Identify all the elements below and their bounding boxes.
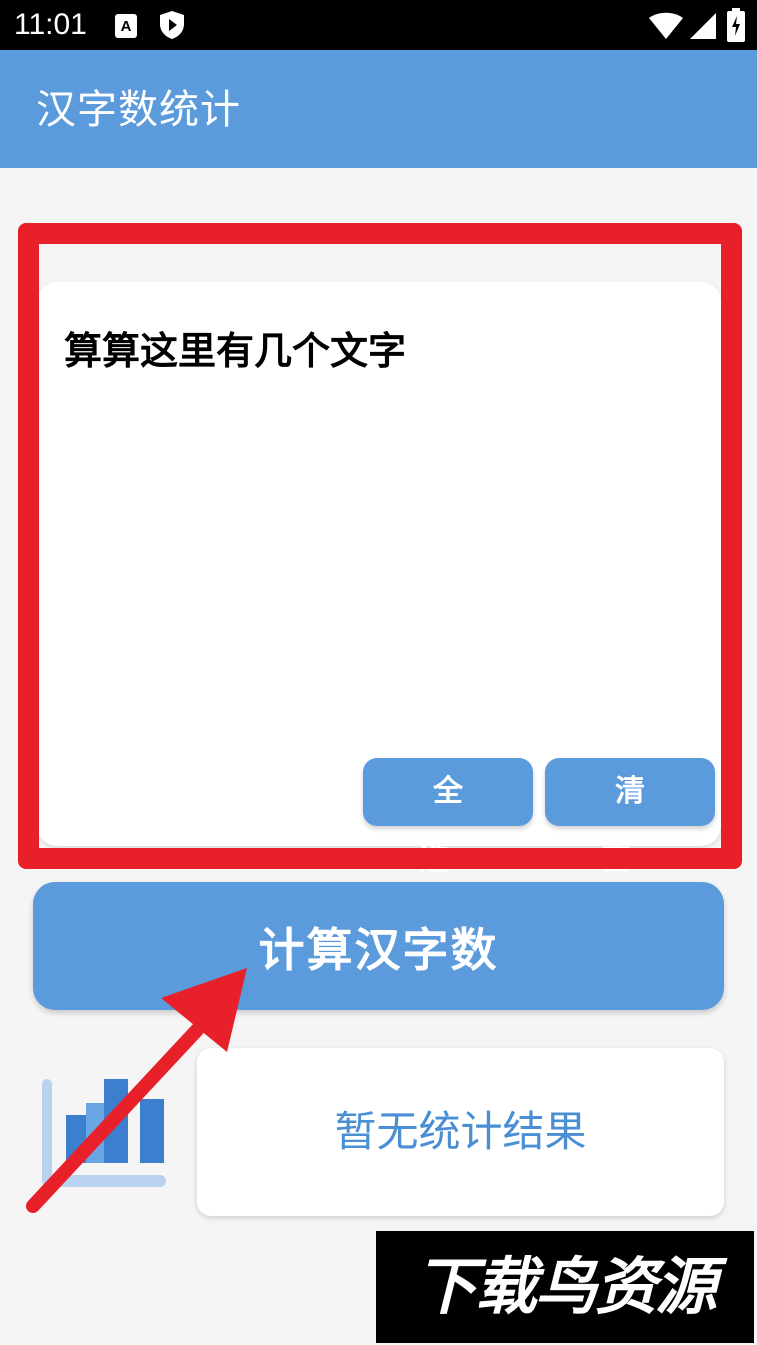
status-bar: 11:01 A (0, 0, 757, 50)
watermark: 下载鸟资源 (376, 1231, 754, 1343)
app-title: 汉字数统计 (36, 87, 241, 133)
wifi-icon (649, 12, 683, 39)
signal-icon (690, 13, 716, 39)
watermark-text: 下载鸟资源 (414, 1250, 717, 1323)
shield-icon (160, 11, 184, 39)
app-bar: 汉字数统计 (0, 50, 757, 168)
status-time: 11:01 (14, 8, 87, 41)
highlight-frame (18, 223, 742, 869)
result-text: 暂无统计结果 (334, 1107, 587, 1156)
font-a-icon: A (115, 14, 137, 38)
svg-text:A: A (121, 18, 132, 35)
red-arrow-icon (26, 968, 247, 1213)
battery-icon (727, 8, 745, 42)
result-card: 暂无统计结果 (197, 1048, 724, 1216)
